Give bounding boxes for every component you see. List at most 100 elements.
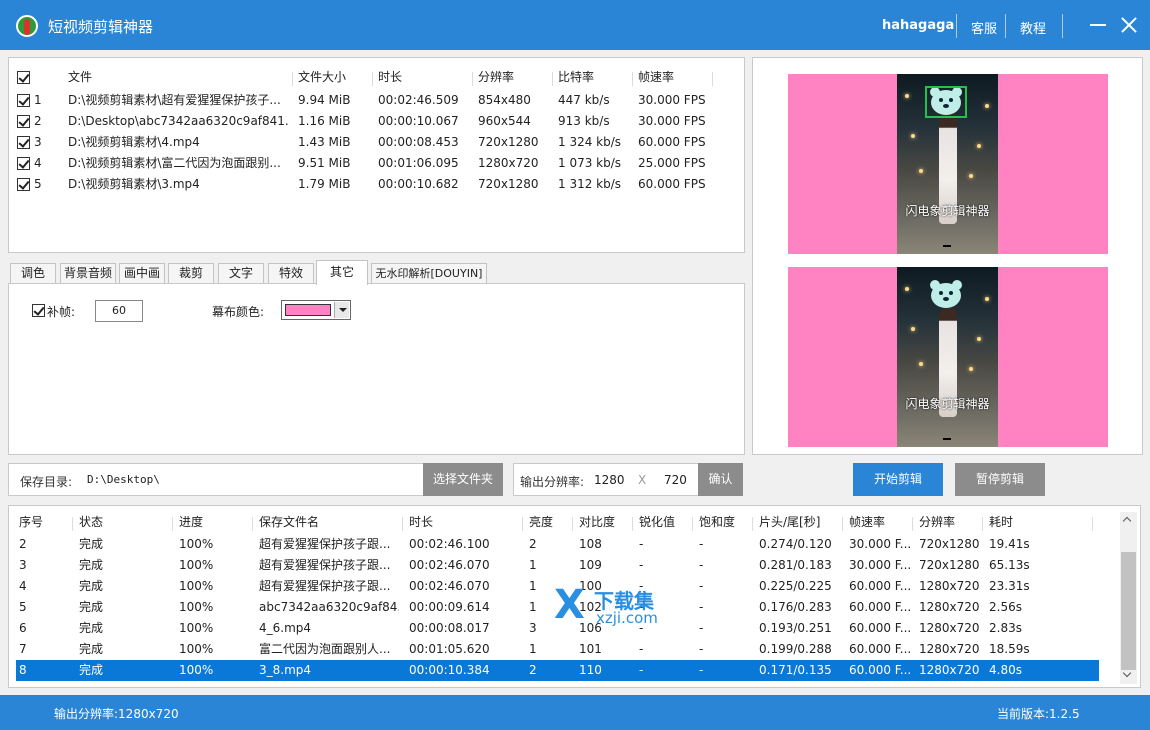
- column-header[interactable]: 片头/尾[秒]: [759, 512, 820, 533]
- file-row[interactable]: 1 D:\视频剪辑素材\超有爱猩猩保护孩子... 9.94 MiB 00:02:…: [9, 90, 744, 111]
- tab-text[interactable]: 文字: [218, 263, 264, 284]
- select-all-checkbox[interactable]: [17, 71, 30, 84]
- task-contrast: 108: [579, 537, 602, 551]
- column-header[interactable]: 进度: [179, 512, 203, 533]
- file-bitrate: 447 kb/s: [558, 93, 610, 107]
- file-checkbox[interactable]: [17, 178, 30, 191]
- choose-folder-button[interactable]: 选择文件夹: [423, 463, 503, 496]
- preview-caption: 闪电象剪辑神器: [905, 397, 990, 411]
- task-brightness: 3: [529, 621, 537, 635]
- resolution-height-input[interactable]: 720: [664, 473, 687, 487]
- tab-douyin-parse[interactable]: 无水印解析[DOUYIN]: [371, 263, 487, 284]
- scroll-down-icon[interactable]: [1120, 667, 1137, 684]
- column-header[interactable]: 亮度: [529, 512, 553, 533]
- task-row[interactable]: 7 完成 100% 富二代因为泡面跟别人... 00:01:05.620 1 101 - - 0.…: [9, 639, 1119, 660]
- start-edit-button[interactable]: 开始剪辑: [853, 463, 943, 496]
- task-row[interactable]: 3 完成 100% 超有爱猩猩保护孩子跟... 00:02:46.070 1 109 - - 0.…: [9, 555, 1119, 576]
- file-row[interactable]: 3 D:\视频剪辑素材\4.mp4 1.43 MiB 00:00:08.453 …: [9, 132, 744, 153]
- task-head-tail: 0.171/0.135: [759, 663, 832, 677]
- task-sharpen: -: [639, 663, 644, 677]
- task-fps: 60.000 F...: [849, 642, 912, 656]
- column-header[interactable]: 文件: [68, 67, 92, 88]
- file-checkbox[interactable]: [17, 94, 30, 107]
- scroll-up-icon[interactable]: [1120, 512, 1137, 529]
- task-resolution: 720x1280: [919, 558, 980, 572]
- file-duration: 00:00:10.067: [378, 114, 459, 128]
- close-icon[interactable]: [1118, 14, 1140, 36]
- tab-other[interactable]: 其它: [316, 260, 368, 285]
- save-dir-path[interactable]: D:\Desktop\: [87, 473, 160, 486]
- task-table-header: 序号 状态 进度 保存文件名 时长 亮度 对比度 锐化值 饱和度 片头/尾[秒]…: [9, 512, 1119, 533]
- file-row[interactable]: 4 D:\视频剪辑素材\富二代因为泡面跟别... 9.51 MiB 00:01:…: [9, 153, 744, 174]
- column-header[interactable]: 分辨率: [919, 512, 955, 533]
- confirm-button[interactable]: 确认: [698, 463, 743, 496]
- column-header[interactable]: 时长: [409, 512, 433, 533]
- file-size: 9.51 MiB: [298, 156, 351, 170]
- column-header[interactable]: 饱和度: [699, 512, 735, 533]
- file-fps: 30.000 FPS: [638, 93, 706, 107]
- column-header[interactable]: 时长: [378, 67, 402, 88]
- task-time-cost: 19.41s: [989, 537, 1030, 551]
- resolution-width-input[interactable]: 1280: [594, 473, 625, 487]
- file-bitrate: 1 312 kb/s: [558, 177, 622, 191]
- column-header[interactable]: 分辨率: [478, 67, 514, 88]
- file-size: 1.16 MiB: [298, 114, 351, 128]
- fill-frame-checkbox[interactable]: [32, 304, 45, 317]
- task-saturation: -: [699, 621, 704, 635]
- output-resolution-label: 输出分辨率:: [520, 475, 585, 489]
- column-header[interactable]: 锐化值: [639, 512, 675, 533]
- file-path: D:\视频剪辑素材\超有爱猩猩保护孩子...: [68, 93, 281, 107]
- watermark-url: xzji.com: [596, 609, 658, 627]
- tab-crop[interactable]: 裁剪: [168, 263, 214, 284]
- chevron-down-icon[interactable]: [334, 302, 349, 318]
- video-frame: 闪电象剪辑神器: [897, 267, 998, 447]
- column-header[interactable]: 文件大小: [298, 67, 346, 88]
- task-filename: 超有爱猩猩保护孩子跟...: [259, 558, 391, 572]
- minimize-icon[interactable]: [1087, 14, 1109, 36]
- canvas-color-select[interactable]: [281, 300, 351, 320]
- task-status: 完成: [79, 579, 104, 593]
- file-index: 2: [34, 114, 42, 128]
- task-saturation: -: [699, 558, 704, 572]
- task-row[interactable]: 2 完成 100% 超有爱猩猩保护孩子跟... 00:02:46.100 2 108 - - 0.…: [9, 534, 1119, 555]
- task-fps: 60.000 F...: [849, 621, 912, 635]
- column-header[interactable]: 耗时: [989, 512, 1013, 533]
- tab-bg-audio[interactable]: 背景音频: [60, 263, 116, 284]
- file-row[interactable]: 2 D:\Desktop\abc7342aa6320c9af841... 1.1…: [9, 111, 744, 132]
- task-head-tail: 0.225/0.225: [759, 579, 832, 593]
- task-resolution: 1280x720: [919, 579, 980, 593]
- pause-edit-button[interactable]: 暂停剪辑: [955, 463, 1045, 496]
- selection-box[interactable]: [925, 86, 967, 118]
- fill-frame-input[interactable]: 60: [95, 300, 143, 322]
- column-header[interactable]: 序号: [19, 512, 43, 533]
- file-resolution: 854x480: [478, 93, 531, 107]
- file-checkbox[interactable]: [17, 157, 30, 170]
- column-header[interactable]: 状态: [79, 512, 103, 533]
- column-header[interactable]: 保存文件名: [259, 512, 319, 533]
- app-logo-icon: [16, 15, 38, 37]
- tab-color[interactable]: 调色: [10, 263, 56, 284]
- column-header[interactable]: 比特率: [558, 67, 594, 88]
- task-head-tail: 0.274/0.120: [759, 537, 832, 551]
- fill-frame-label: 补帧:: [47, 305, 76, 319]
- task-progress: 100%: [179, 537, 214, 551]
- service-link[interactable]: 客服: [971, 18, 997, 37]
- column-header[interactable]: 帧速率: [849, 512, 885, 533]
- bear-logo-icon: [925, 279, 967, 311]
- task-brightness: 1: [529, 558, 537, 572]
- file-row[interactable]: 5 D:\视频剪辑素材\3.mp4 1.79 MiB 00:00:10.682 …: [9, 174, 744, 195]
- file-checkbox[interactable]: [17, 115, 30, 128]
- file-checkbox[interactable]: [17, 136, 30, 149]
- task-index: 5: [19, 600, 27, 614]
- tutorial-link[interactable]: 教程: [1020, 18, 1046, 37]
- tab-effects[interactable]: 特效: [268, 263, 314, 284]
- task-index: 2: [19, 537, 27, 551]
- scroll-thumb[interactable]: [1121, 552, 1136, 670]
- vertical-scrollbar[interactable]: [1120, 512, 1137, 684]
- tab-pip[interactable]: 画中画: [119, 263, 165, 284]
- column-header[interactable]: 对比度: [579, 512, 615, 533]
- task-row[interactable]: 8 完成 100% 3_8.mp4 00:00:10.384 2 110 - - 0.171/0.…: [16, 660, 1099, 681]
- task-fps: 60.000 F...: [849, 600, 912, 614]
- user-name[interactable]: hahagaga: [882, 18, 954, 33]
- column-header[interactable]: 帧速率: [638, 67, 674, 88]
